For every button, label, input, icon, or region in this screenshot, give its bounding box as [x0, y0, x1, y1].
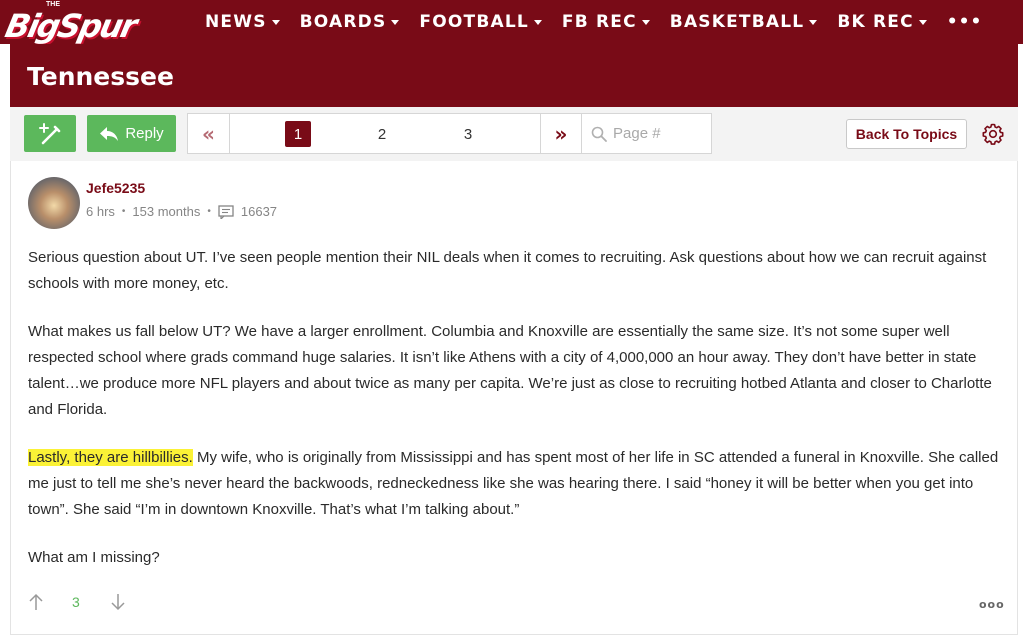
caret-down-icon — [918, 19, 927, 25]
post-card: Jefe5235 6 hrs • 153 months • 16637 Seri… — [10, 161, 1018, 635]
nav-label: BK REC — [837, 12, 914, 32]
vote-controls: 3 — [28, 593, 126, 611]
caret-down-icon — [271, 19, 280, 25]
posts-count-icon — [218, 204, 234, 219]
post-paragraph: Lastly, they are hillbillies. My wife, w… — [28, 445, 1008, 523]
topic-header: Tennessee — [10, 44, 1018, 107]
page-link-2[interactable]: 2 — [369, 121, 395, 147]
upvote-icon[interactable] — [28, 593, 44, 611]
post-paragraph: What makes us fall below UT? We have a l… — [28, 323, 992, 418]
caret-down-icon — [533, 19, 542, 25]
page-jump — [583, 114, 711, 153]
nav-label: BOARDS — [299, 12, 387, 32]
vote-count: 3 — [72, 594, 80, 610]
highlighted-text: Lastly, they are hillbillies. — [28, 449, 193, 466]
nav-menu: NEWS BOARDS FOOTBALL FB REC BASKETBALL B… — [205, 0, 982, 44]
back-to-topics-button[interactable]: Back To Topics — [846, 119, 967, 149]
nav-label: FOOTBALL — [419, 12, 529, 32]
post-body: Serious question about UT. I’ve seen peo… — [28, 245, 1008, 593]
nav-item-basketball[interactable]: BASKETBALL — [670, 12, 818, 32]
new-topic-button[interactable] — [24, 115, 76, 152]
double-chevron-left-icon: « — [202, 121, 215, 146]
nav-item-football[interactable]: FOOTBALL — [419, 12, 542, 32]
post-time: 6 hrs — [86, 204, 115, 219]
site-logo[interactable]: THE BigSpur — [1, 1, 184, 45]
separator-dot: • — [121, 206, 126, 217]
page-link-1[interactable]: 1 — [285, 121, 311, 147]
wand-plus-icon — [39, 122, 61, 144]
nav-item-news[interactable]: NEWS — [205, 12, 280, 32]
downvote-icon[interactable] — [110, 593, 126, 611]
post-paragraph: Serious question about UT. I’ve seen peo… — [28, 249, 987, 292]
post-paragraph: What am I missing? — [28, 549, 160, 566]
caret-down-icon — [641, 19, 650, 25]
toolbar: Reply « 1 2 3 » Back To Topics — [10, 107, 1018, 161]
gear-icon[interactable] — [981, 122, 1005, 146]
caret-down-icon — [391, 19, 400, 25]
post-meta: 6 hrs • 153 months • 16637 — [86, 204, 277, 219]
nav-label: NEWS — [205, 12, 267, 32]
page-number-input[interactable] — [613, 125, 703, 142]
logo-text: BigSpur — [1, 7, 139, 45]
nav-item-bk-rec[interactable]: BK REC — [837, 12, 927, 32]
post-options-button[interactable]: ooo — [979, 598, 1005, 611]
double-chevron-right-icon: » — [554, 121, 568, 146]
page-link-3[interactable]: 3 — [455, 121, 481, 147]
nav-item-boards[interactable]: BOARDS — [300, 12, 400, 32]
separator-dot: • — [207, 206, 211, 217]
post-author[interactable]: Jefe5235 — [86, 180, 145, 196]
first-page-button[interactable]: « — [188, 114, 230, 153]
reply-button[interactable]: Reply — [87, 115, 176, 152]
last-page-button[interactable]: » — [540, 114, 582, 153]
page-title: Tennessee — [27, 62, 174, 91]
nav-label: BASKETBALL — [669, 12, 805, 32]
avatar[interactable] — [28, 177, 80, 229]
pagination: « 1 2 3 » — [187, 113, 712, 154]
member-tenure: 153 months — [132, 204, 201, 219]
reply-label: Reply — [125, 125, 164, 142]
caret-down-icon — [809, 19, 818, 25]
post-count: 16637 — [240, 204, 278, 219]
top-nav: THE BigSpur NEWS BOARDS FOOTBALL FB REC … — [0, 0, 1023, 45]
search-icon — [591, 126, 607, 142]
nav-more-button[interactable]: ••• — [947, 12, 983, 32]
nav-label: FB REC — [561, 12, 637, 32]
nav-item-fb-rec[interactable]: FB REC — [562, 12, 650, 32]
reply-arrow-icon — [100, 126, 119, 141]
